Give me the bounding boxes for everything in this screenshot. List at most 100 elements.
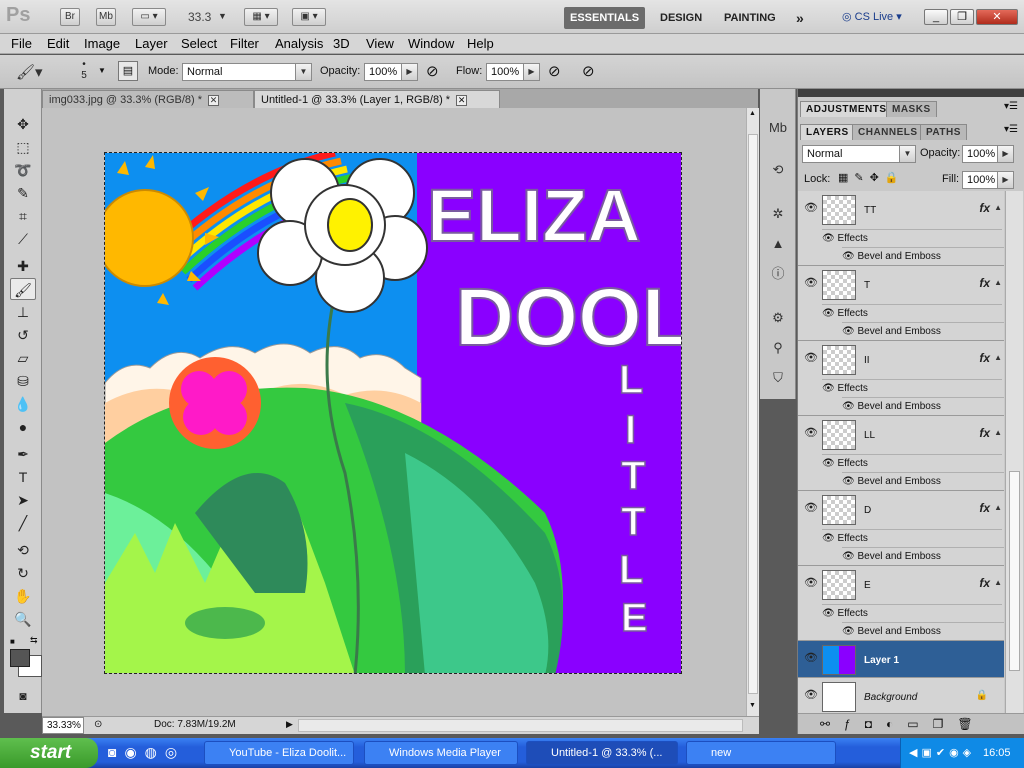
clone-stamp-tool-icon[interactable]: ⊥	[10, 301, 36, 323]
tab-img033[interactable]: img033.jpg @ 33.3% (RGB/8) * ✕	[42, 90, 254, 108]
line-tool-icon[interactable]: ╱	[10, 512, 36, 534]
menu-layer[interactable]: Layer	[135, 36, 168, 51]
layer-row-ll[interactable]: 👁 LL fx ▲ 👁 Effects 👁 Bevel and Emboss	[798, 416, 1004, 491]
eye-icon[interactable]: 👁	[822, 233, 837, 244]
eye-icon[interactable]: 👁	[804, 201, 818, 214]
effects-row[interactable]: 👁 Effects	[822, 229, 1002, 247]
type-tool-icon[interactable]: T	[10, 466, 36, 488]
task-media-player[interactable]: Windows Media Player	[364, 741, 518, 765]
expand-effects-icon[interactable]: ▲	[994, 503, 1002, 512]
hand-tool-icon[interactable]: ✋	[10, 585, 36, 607]
fx-icon[interactable]: fx	[979, 351, 990, 365]
foreground-color-swatch[interactable]	[10, 649, 30, 667]
status-menu-arrow-icon[interactable]: ▶	[286, 719, 293, 730]
menu-help[interactable]: Help	[467, 36, 494, 51]
menu-view[interactable]: View	[366, 36, 394, 51]
zoom-tool-icon[interactable]: 🔍	[10, 608, 36, 630]
eye-icon[interactable]: 👁	[842, 401, 857, 412]
zoom-level[interactable]: 33.3	[188, 10, 211, 24]
quick-mask-icon[interactable]: ◙	[10, 685, 36, 707]
task-youtube[interactable]: YouTube - Eliza Doolit...	[204, 741, 354, 765]
eye-icon[interactable]: 👁	[804, 351, 818, 364]
menu-edit[interactable]: Edit	[47, 36, 69, 51]
layer-row-ii[interactable]: 👁 II fx ▲ 👁 Effects 👁 Bevel and Emboss	[798, 341, 1004, 416]
dodge-tool-icon[interactable]: ●	[10, 416, 36, 438]
layers-footer-icons[interactable]: ⚯ƒ◘◐▭❐🗑	[798, 713, 1024, 734]
path-selection-tool-icon[interactable]: ➤	[10, 489, 36, 511]
eye-icon[interactable]: 👁	[804, 688, 818, 701]
vertical-scroll-thumb[interactable]	[748, 134, 758, 694]
view-extras-button[interactable]: ▭ ▾	[132, 8, 166, 26]
flow-input[interactable]: 100% ▶	[486, 63, 540, 81]
start-button[interactable]: start	[0, 738, 98, 768]
menu-3d[interactable]: 3D	[333, 36, 350, 51]
pressure-size-icon[interactable]: ⊘	[582, 62, 595, 80]
bridge-button[interactable]: Br	[60, 8, 80, 26]
document-canvas[interactable]: ELIZA DOOL L I T T L E	[104, 152, 682, 674]
screen-mode-button[interactable]: ▣ ▾	[292, 8, 326, 26]
crop-tool-icon[interactable]: ⌗	[10, 205, 36, 227]
layers-scroll-thumb[interactable]	[1009, 471, 1020, 671]
layer-row-e[interactable]: 👁 E fx ▲ 👁 Effects 👁 Bevel and Emboss	[798, 566, 1004, 641]
eye-icon[interactable]: 👁	[822, 383, 837, 394]
eye-icon[interactable]: 👁	[842, 326, 857, 337]
fx-icon[interactable]: fx	[979, 426, 990, 440]
status-info-icon[interactable]: ⊙	[94, 719, 102, 730]
fx-icon[interactable]: fx	[979, 201, 990, 215]
bevel-emboss-row[interactable]: 👁 Bevel and Emboss	[842, 472, 1004, 490]
task-folder-new[interactable]: new	[686, 741, 836, 765]
scroll-up-icon[interactable]: ▲	[749, 110, 756, 117]
quick-launch-icons[interactable]: ◙◉◍◎	[108, 744, 185, 761]
expand-effects-icon[interactable]: ▲	[994, 278, 1002, 287]
effects-row[interactable]: 👁 Effects	[822, 304, 1002, 322]
eye-icon[interactable]: 👁	[804, 426, 818, 439]
menu-image[interactable]: Image	[84, 36, 120, 51]
horizontal-scrollbar[interactable]	[298, 719, 743, 732]
quick-selection-tool-icon[interactable]: ✎	[10, 182, 36, 204]
bevel-emboss-row[interactable]: 👁 Bevel and Emboss	[842, 397, 1004, 415]
layer-row-tt[interactable]: 👁 TT fx ▲ 👁 Effects 👁 Bevel and Emboss	[798, 191, 1004, 266]
bevel-emboss-row[interactable]: 👁 Bevel and Emboss	[842, 322, 1004, 340]
task-photoshop[interactable]: Untitled-1 @ 33.3% (...	[526, 741, 678, 765]
eye-icon[interactable]: 👁	[822, 458, 837, 469]
tab-adjustments[interactable]: ADJUSTMENTS	[800, 101, 893, 117]
expand-effects-icon[interactable]: ▲	[994, 353, 1002, 362]
eraser-tool-icon[interactable]: ▱	[10, 347, 36, 369]
brush-size-dropdown-icon[interactable]: ▼	[98, 66, 106, 75]
history-panel-icon[interactable]: ⟲	[766, 159, 790, 181]
opacity-input[interactable]: 100% ▶	[364, 63, 418, 81]
bevel-emboss-row[interactable]: 👁 Bevel and Emboss	[842, 622, 1004, 640]
layer-row-layer-1[interactable]: 👁 Layer 1	[798, 641, 1004, 678]
layer-row-t[interactable]: 👁 T fx ▲ 👁 Effects 👁 Bevel and Emboss	[798, 266, 1004, 341]
more-workspaces-button[interactable]: »	[790, 7, 810, 29]
workspace-essentials[interactable]: ESSENTIALS	[564, 7, 646, 29]
eyedropper-tool-icon[interactable]: ⟋	[10, 228, 36, 250]
panel-menu-icon[interactable]: ▾☰	[1004, 101, 1018, 112]
tab-paths[interactable]: PATHS	[920, 124, 967, 140]
close-button[interactable]: ✕	[976, 9, 1018, 25]
eye-icon[interactable]: 👁	[822, 308, 837, 319]
effects-row[interactable]: 👁 Effects	[822, 604, 1002, 622]
histogram-panel-icon[interactable]: ▲	[766, 233, 790, 255]
tab-layers[interactable]: LAYERS	[800, 124, 855, 140]
blur-tool-icon[interactable]: 💧	[10, 393, 36, 415]
effects-row[interactable]: 👁 Effects	[822, 379, 1002, 397]
eye-icon[interactable]: 👁	[822, 608, 837, 619]
minimize-button[interactable]: _	[924, 9, 948, 25]
healing-brush-tool-icon[interactable]: ✚	[10, 255, 36, 277]
mini-bridge-panel-icon[interactable]: Mb	[766, 117, 790, 139]
fx-icon[interactable]: fx	[979, 276, 990, 290]
workspace-painting[interactable]: PAINTING	[718, 7, 782, 29]
effects-row[interactable]: 👁 Effects	[822, 529, 1002, 547]
close-tab-icon[interactable]: ✕	[456, 94, 468, 106]
navigator-panel-icon[interactable]: ✲	[766, 203, 790, 225]
workspace-design[interactable]: DESIGN	[654, 7, 708, 29]
fx-icon[interactable]: fx	[979, 576, 990, 590]
menu-file[interactable]: File	[11, 36, 32, 51]
eye-icon[interactable]: 👁	[822, 533, 837, 544]
pressure-opacity-icon[interactable]: ⊘	[426, 62, 439, 80]
marquee-tool-icon[interactable]: ⬚	[10, 136, 36, 158]
scroll-down-icon[interactable]: ▼	[749, 702, 756, 709]
tab-masks[interactable]: MASKS	[886, 101, 937, 117]
3d-rotate-tool-icon[interactable]: ⟲	[10, 539, 36, 561]
